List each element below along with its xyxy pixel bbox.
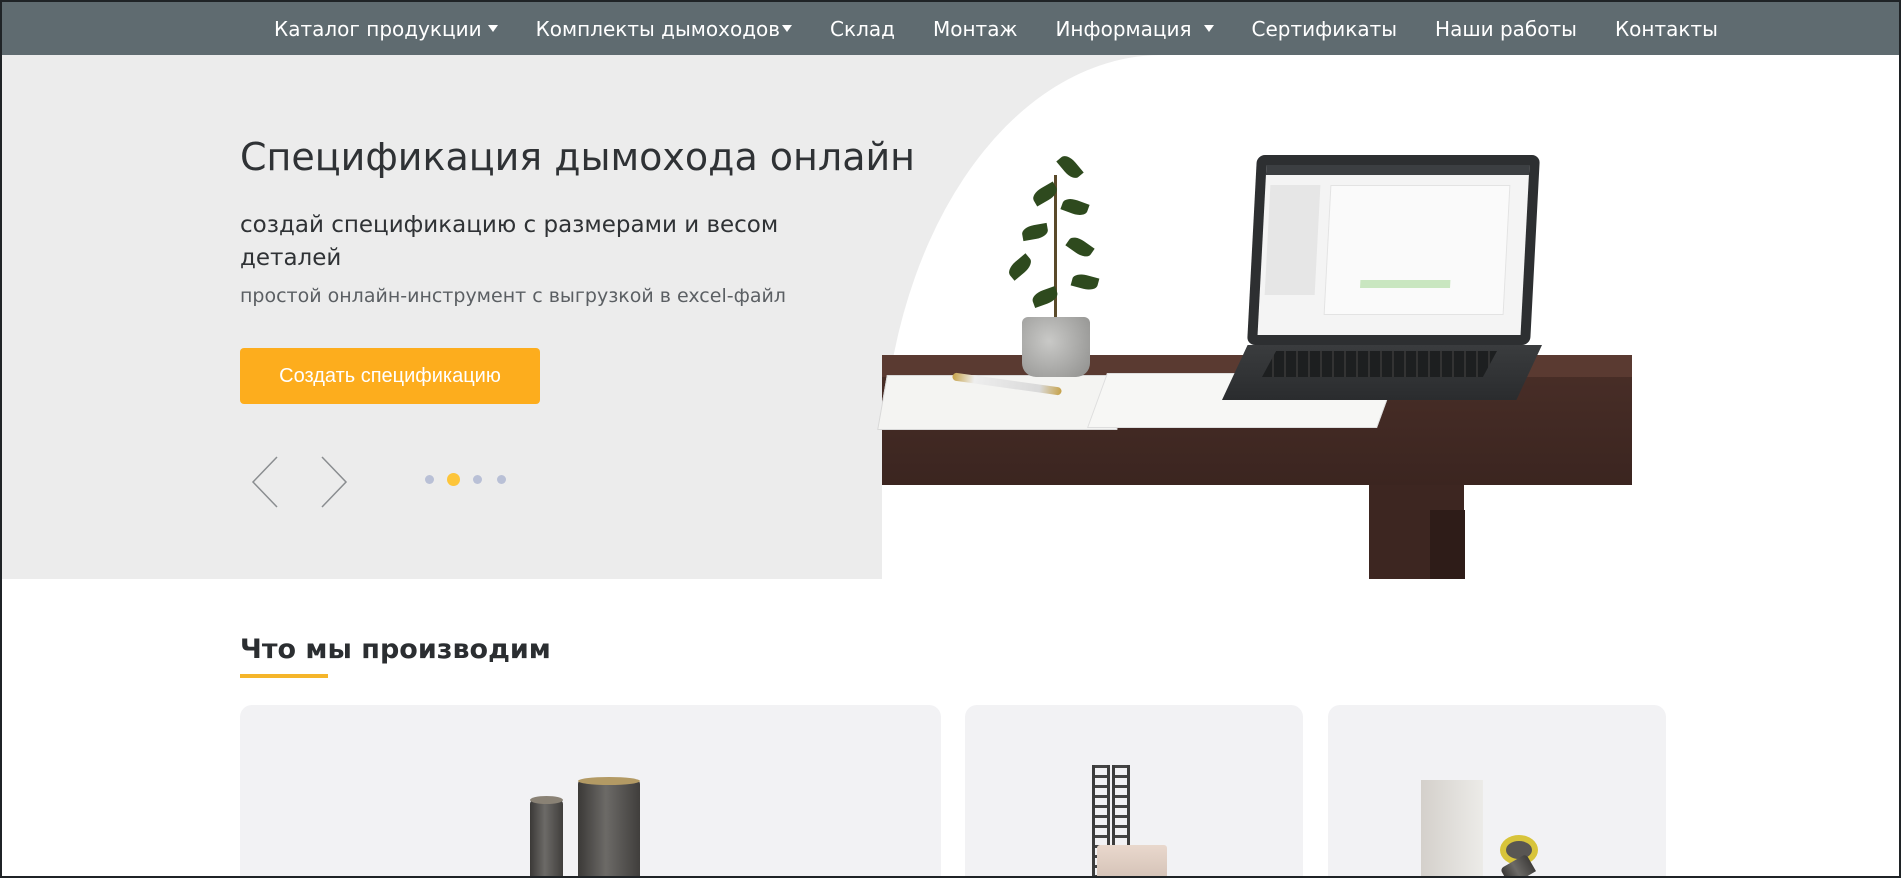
main-nav: Каталог продукции Комплекты дымоходов Ск… bbox=[2, 2, 1899, 55]
nav-item-label: Монтаж bbox=[932, 16, 1018, 41]
laptop-content bbox=[1323, 185, 1511, 315]
slider-dot-active[interactable] bbox=[447, 473, 460, 486]
laptop-illustration bbox=[1247, 155, 1540, 345]
slider-next-button[interactable] bbox=[312, 455, 352, 509]
hero-description: простой онлайн-инструмент с выгрузкой в … bbox=[240, 285, 786, 307]
nav-item-installation[interactable]: Монтаж bbox=[933, 17, 1018, 41]
laptop-success-bar bbox=[1360, 280, 1451, 288]
plant-leaf bbox=[1065, 233, 1095, 261]
product-card[interactable] bbox=[240, 705, 941, 876]
hero-title: Спецификация дымохода онлайн bbox=[240, 135, 916, 179]
nav-item-information[interactable]: Информация bbox=[1055, 16, 1214, 41]
slider-dot[interactable] bbox=[473, 475, 482, 484]
nav-item-chimney-kits[interactable]: Комплекты дымоходов bbox=[535, 16, 793, 41]
chimney-pipe-image bbox=[578, 780, 640, 876]
section-title-underline bbox=[240, 674, 328, 678]
nav-item-label: Склад bbox=[830, 16, 895, 41]
nav-item-warehouse[interactable]: Склад bbox=[830, 17, 895, 41]
chimney-pipe-image bbox=[530, 800, 563, 876]
create-specification-button[interactable]: Создать спецификацию bbox=[240, 348, 540, 404]
nav-item-label: Сертификаты bbox=[1251, 16, 1398, 41]
laptop-keyboard bbox=[1262, 351, 1497, 377]
nav-item-contacts[interactable]: Контакты bbox=[1615, 17, 1718, 41]
pipe-cap bbox=[578, 777, 640, 785]
caret-down-icon bbox=[1203, 25, 1214, 32]
desk-leg-shadow bbox=[1430, 510, 1465, 579]
plant-leaf bbox=[1020, 222, 1050, 242]
packaging-box-image bbox=[1421, 780, 1483, 876]
nav-item-catalog[interactable]: Каталог продукции bbox=[274, 17, 498, 41]
slider-dot[interactable] bbox=[425, 475, 434, 484]
plant-leaf bbox=[1070, 271, 1100, 293]
page-frame: Каталог продукции Комплекты дымоходов Ск… bbox=[0, 0, 1901, 878]
slider-prev-button[interactable] bbox=[247, 455, 287, 509]
chimney-block-image bbox=[1097, 845, 1167, 876]
hero-illustration bbox=[877, 55, 1642, 579]
slider-dot[interactable] bbox=[497, 475, 506, 484]
hero-subtitle: создай спецификацию с размерами и весом … bbox=[240, 212, 779, 271]
laptop-browser-bar bbox=[1265, 165, 1530, 175]
nav-item-label: Информация bbox=[1055, 16, 1192, 41]
plant-leaf bbox=[1060, 195, 1090, 219]
plant-leaf bbox=[1056, 152, 1084, 182]
nav-item-label: Комплекты дымоходов bbox=[535, 16, 781, 41]
hero-slider: Спецификация дымохода онлайн создай спец… bbox=[2, 55, 1899, 579]
nav-item-label: Наши работы bbox=[1435, 16, 1577, 41]
plant-pot bbox=[1022, 317, 1090, 377]
nav-item-label: Каталог продукции bbox=[274, 16, 482, 41]
pipe-cap bbox=[530, 796, 563, 804]
caret-down-icon bbox=[782, 25, 793, 32]
nav-item-certificates[interactable]: Сертификаты bbox=[1252, 17, 1398, 41]
caret-down-icon bbox=[487, 25, 498, 32]
laptop-sidebar bbox=[1264, 185, 1321, 295]
plant-leaf bbox=[1005, 253, 1035, 281]
product-card[interactable] bbox=[1328, 705, 1666, 876]
chevron-left-icon bbox=[251, 456, 278, 508]
product-card[interactable] bbox=[965, 705, 1303, 876]
section-title: Что мы производим bbox=[240, 634, 551, 665]
nav-item-label: Контакты bbox=[1614, 16, 1718, 41]
laptop-display bbox=[1257, 165, 1530, 335]
hero-background bbox=[2, 55, 882, 579]
slider-pagination bbox=[425, 473, 521, 486]
nav-item-our-works[interactable]: Наши работы bbox=[1435, 17, 1577, 41]
chevron-right-icon bbox=[321, 456, 348, 508]
